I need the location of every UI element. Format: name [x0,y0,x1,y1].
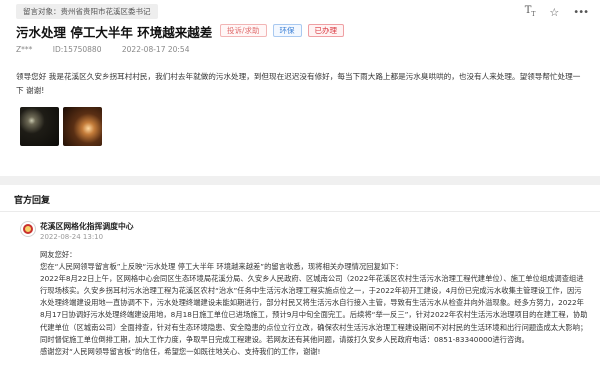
status-badge: 已办理 [307,24,345,37]
reply-time: 2022-08-24 13:10 [40,233,104,241]
reply-paragraph: 2022年8月22日上午，区网格中心会同区生态环境局花溪分局、久安乡人民政府、区… [40,274,588,344]
reply-greeting: 网友您好： [40,250,77,259]
message-target: 留言对象：贵州省贵阳市花溪区委书记 [16,4,158,19]
star-icon[interactable]: ☆ [549,7,559,18]
reply-paragraph: 感谢您对“人民网领导留言板”的信任，希望您一如既往地关心、支持我们的工作，谢谢! [40,346,321,356]
official-reply-card: 官方回复 花溪区网格化指挥调度中心 2022-08-24 13:10 网友您好：… [0,185,600,391]
reply-body: 网友您好： 您在“人民网领导留言板”上反映“污水处理 停工大半年 环境越来越差”… [40,249,588,358]
message-title: 污水处理 停工大半年 环境越来越差 [16,25,213,40]
author-name: Z*** [16,45,33,54]
more-icon[interactable]: ••• [573,8,589,18]
divider [0,211,600,212]
domain-tag: 环保 [272,24,302,37]
font-size-icon[interactable]: TT [525,6,536,20]
org-logo-icon [20,221,36,237]
message-card: 留言对象：贵州省贵阳市花溪区委书记 TT ☆ ••• 污水处理 停工大半年 环境… [0,0,600,176]
message-time: 2022-08-17 20:54 [121,45,190,54]
section-title: 官方回复 [14,196,51,206]
org-name: 花溪区网格化指挥调度中心 [40,222,134,231]
message-id: ID:15750880 [52,45,102,54]
message-body: 领导您好 我是花溪区久安乡拐耳村村民，我们村去年就做的污水处理，到但现在迟迟没有… [16,72,581,95]
photo-thumbnail[interactable] [20,107,59,146]
reply-paragraph: 您在“人民网领导留言板”上反映“污水处理 停工大半年 环境越来越差”的留言收悉，… [40,262,403,272]
message-toolbar: TT ☆ ••• [525,6,589,20]
message-target-name: 贵州省贵阳市花溪区委书记 [60,7,151,16]
type-tag: 投诉/求助 [220,24,267,37]
message-target-prefix: 留言对象： [23,7,61,16]
message-meta: Z*** ID:15750880 2022-08-17 20:54 [16,45,207,54]
photo-thumbnail[interactable] [63,107,102,146]
message-tags: 投诉/求助 环保 已办理 [220,24,345,37]
